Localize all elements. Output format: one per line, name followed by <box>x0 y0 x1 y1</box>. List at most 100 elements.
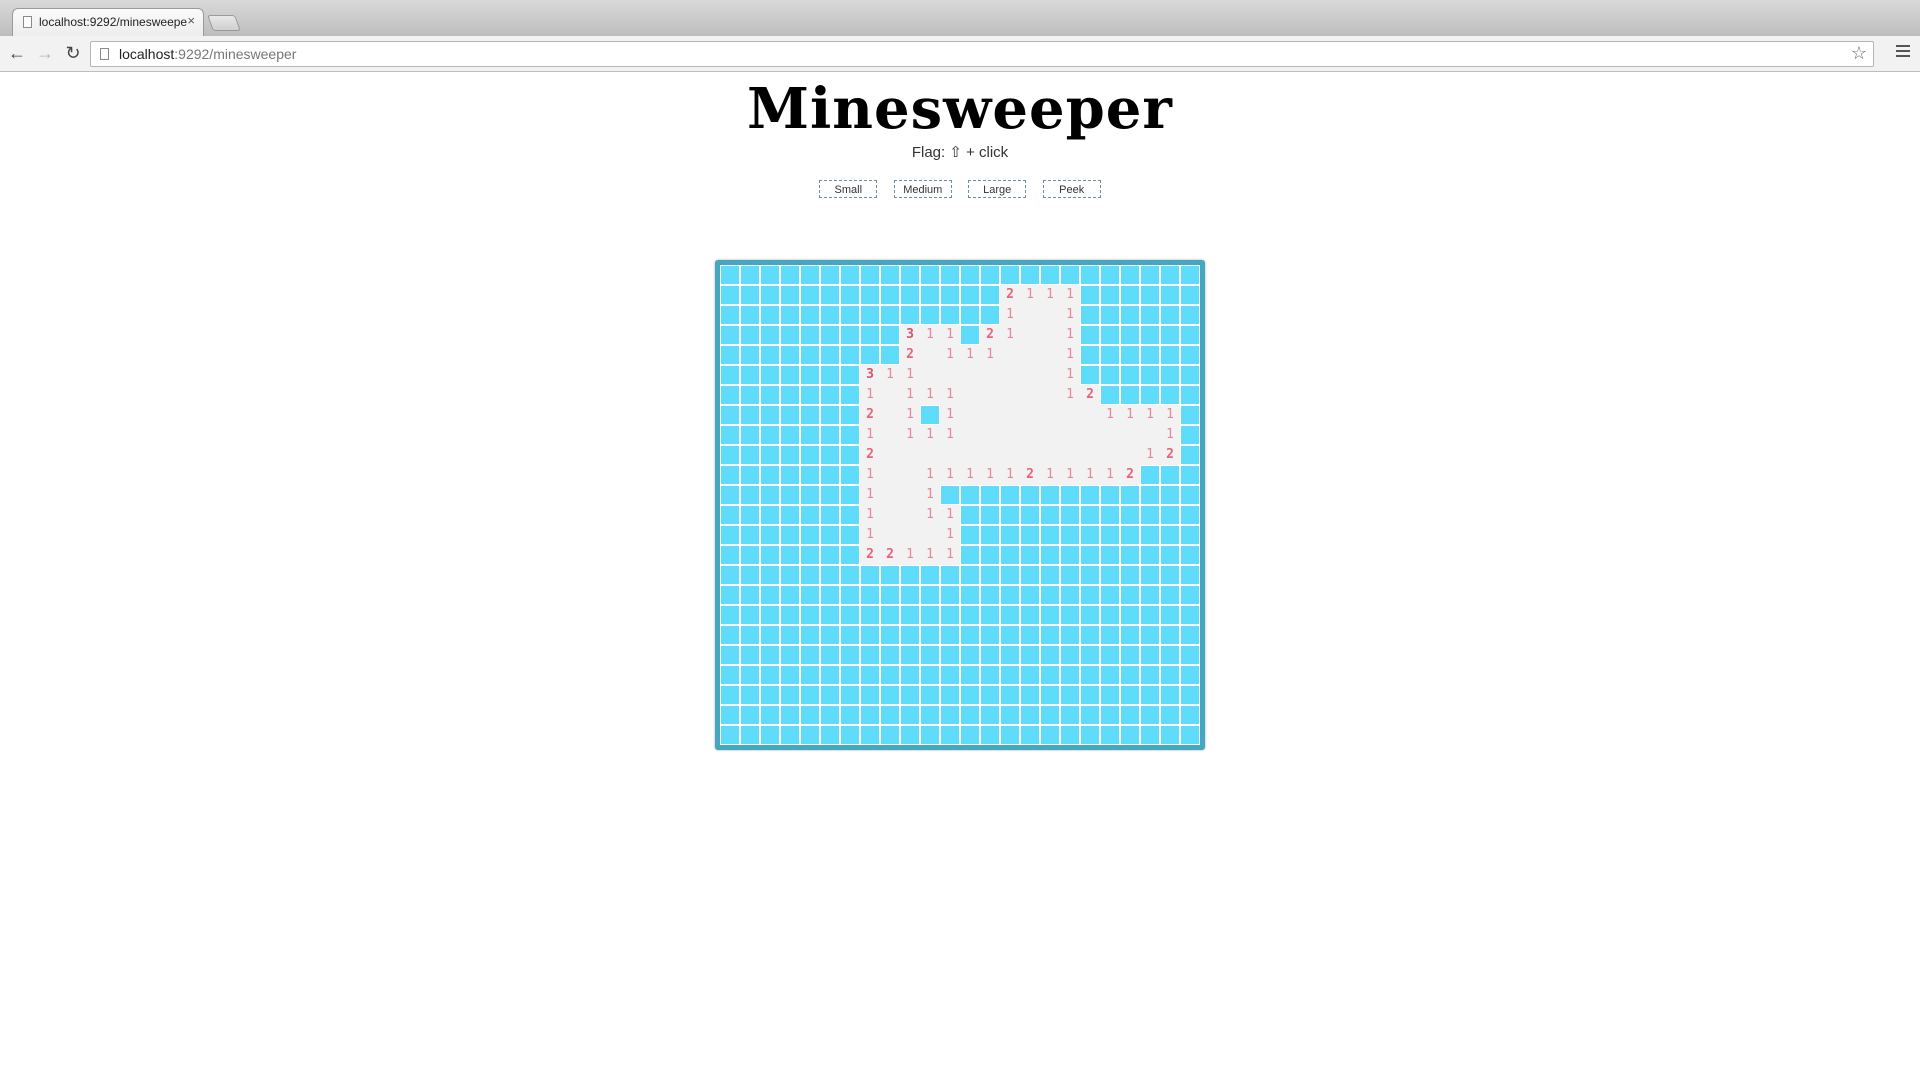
hidden-cell[interactable] <box>760 305 780 325</box>
hidden-cell[interactable] <box>840 425 860 445</box>
hidden-cell[interactable] <box>800 405 820 425</box>
hidden-cell[interactable] <box>780 365 800 385</box>
hidden-cell[interactable] <box>760 625 780 645</box>
hidden-cell[interactable] <box>820 445 840 465</box>
hidden-cell[interactable] <box>1100 725 1120 745</box>
hidden-cell[interactable] <box>940 585 960 605</box>
hidden-cell[interactable] <box>1040 725 1060 745</box>
small-button[interactable]: Small <box>819 180 878 198</box>
hidden-cell[interactable] <box>860 265 880 285</box>
hidden-cell[interactable] <box>1160 325 1180 345</box>
hidden-cell[interactable] <box>1040 665 1060 685</box>
hidden-cell[interactable] <box>960 705 980 725</box>
hidden-cell[interactable] <box>960 305 980 325</box>
hidden-cell[interactable] <box>760 485 780 505</box>
hidden-cell[interactable] <box>720 425 740 445</box>
hidden-cell[interactable] <box>780 525 800 545</box>
hidden-cell[interactable] <box>1120 345 1140 365</box>
hidden-cell[interactable] <box>740 665 760 685</box>
hidden-cell[interactable] <box>800 465 820 485</box>
hidden-cell[interactable] <box>1080 625 1100 645</box>
hidden-cell[interactable] <box>1080 485 1100 505</box>
hidden-cell[interactable] <box>1060 605 1080 625</box>
hidden-cell[interactable] <box>940 265 960 285</box>
hidden-cell[interactable] <box>940 285 960 305</box>
hidden-cell[interactable] <box>740 505 760 525</box>
hidden-cell[interactable] <box>980 565 1000 585</box>
hidden-cell[interactable] <box>800 525 820 545</box>
hidden-cell[interactable] <box>1140 325 1160 345</box>
hidden-cell[interactable] <box>740 545 760 565</box>
hidden-cell[interactable] <box>840 605 860 625</box>
hidden-cell[interactable] <box>940 725 960 745</box>
hidden-cell[interactable] <box>1120 485 1140 505</box>
hidden-cell[interactable] <box>900 665 920 685</box>
hidden-cell[interactable] <box>820 385 840 405</box>
hidden-cell[interactable] <box>820 325 840 345</box>
hidden-cell[interactable] <box>740 485 760 505</box>
hidden-cell[interactable] <box>740 285 760 305</box>
hidden-cell[interactable] <box>1020 585 1040 605</box>
hidden-cell[interactable] <box>1120 605 1140 625</box>
hidden-cell[interactable] <box>1160 525 1180 545</box>
hidden-cell[interactable] <box>760 285 780 305</box>
hidden-cell[interactable] <box>1020 265 1040 285</box>
hidden-cell[interactable] <box>980 265 1000 285</box>
hidden-cell[interactable] <box>720 485 740 505</box>
hidden-cell[interactable] <box>780 485 800 505</box>
hidden-cell[interactable] <box>1000 725 1020 745</box>
hidden-cell[interactable] <box>920 585 940 605</box>
hidden-cell[interactable] <box>960 605 980 625</box>
hidden-cell[interactable] <box>900 685 920 705</box>
hidden-cell[interactable] <box>980 585 1000 605</box>
hidden-cell[interactable] <box>840 685 860 705</box>
hidden-cell[interactable] <box>760 585 780 605</box>
hidden-cell[interactable] <box>720 385 740 405</box>
hidden-cell[interactable] <box>980 685 1000 705</box>
hidden-cell[interactable] <box>720 285 740 305</box>
hidden-cell[interactable] <box>780 285 800 305</box>
address-url[interactable]: localhost:9292/minesweeper <box>119 46 296 62</box>
hidden-cell[interactable] <box>960 625 980 645</box>
hidden-cell[interactable] <box>1000 485 1020 505</box>
hidden-cell[interactable] <box>1020 565 1040 585</box>
hidden-cell[interactable] <box>1180 645 1200 665</box>
hidden-cell[interactable] <box>760 365 780 385</box>
hidden-cell[interactable] <box>860 345 880 365</box>
hidden-cell[interactable] <box>1040 545 1060 565</box>
hidden-cell[interactable] <box>820 365 840 385</box>
hidden-cell[interactable] <box>1100 585 1120 605</box>
hidden-cell[interactable] <box>820 585 840 605</box>
hidden-cell[interactable] <box>860 305 880 325</box>
hidden-cell[interactable] <box>1180 525 1200 545</box>
hidden-cell[interactable] <box>760 505 780 525</box>
hidden-cell[interactable] <box>1100 665 1120 685</box>
hidden-cell[interactable] <box>1160 625 1180 645</box>
hidden-cell[interactable] <box>1020 505 1040 525</box>
hidden-cell[interactable] <box>760 525 780 545</box>
hidden-cell[interactable] <box>1180 605 1200 625</box>
hidden-cell[interactable] <box>820 405 840 425</box>
hidden-cell[interactable] <box>1140 285 1160 305</box>
hidden-cell[interactable] <box>740 605 760 625</box>
bookmark-star-icon[interactable]: ☆ <box>1851 43 1867 64</box>
hidden-cell[interactable] <box>1180 625 1200 645</box>
hidden-cell[interactable] <box>880 725 900 745</box>
hidden-cell[interactable] <box>1160 605 1180 625</box>
hidden-cell[interactable] <box>740 585 760 605</box>
hidden-cell[interactable] <box>1120 725 1140 745</box>
hidden-cell[interactable] <box>860 685 880 705</box>
hidden-cell[interactable] <box>1060 725 1080 745</box>
hidden-cell[interactable] <box>780 605 800 625</box>
hidden-cell[interactable] <box>820 545 840 565</box>
hidden-cell[interactable] <box>840 305 860 325</box>
reload-icon[interactable]: ↻ <box>62 42 84 64</box>
hidden-cell[interactable] <box>1180 465 1200 485</box>
hidden-cell[interactable] <box>820 425 840 445</box>
hidden-cell[interactable] <box>780 565 800 585</box>
hidden-cell[interactable] <box>880 625 900 645</box>
hidden-cell[interactable] <box>860 705 880 725</box>
hidden-cell[interactable] <box>720 445 740 465</box>
hidden-cell[interactable] <box>940 705 960 725</box>
hidden-cell[interactable] <box>980 505 1000 525</box>
